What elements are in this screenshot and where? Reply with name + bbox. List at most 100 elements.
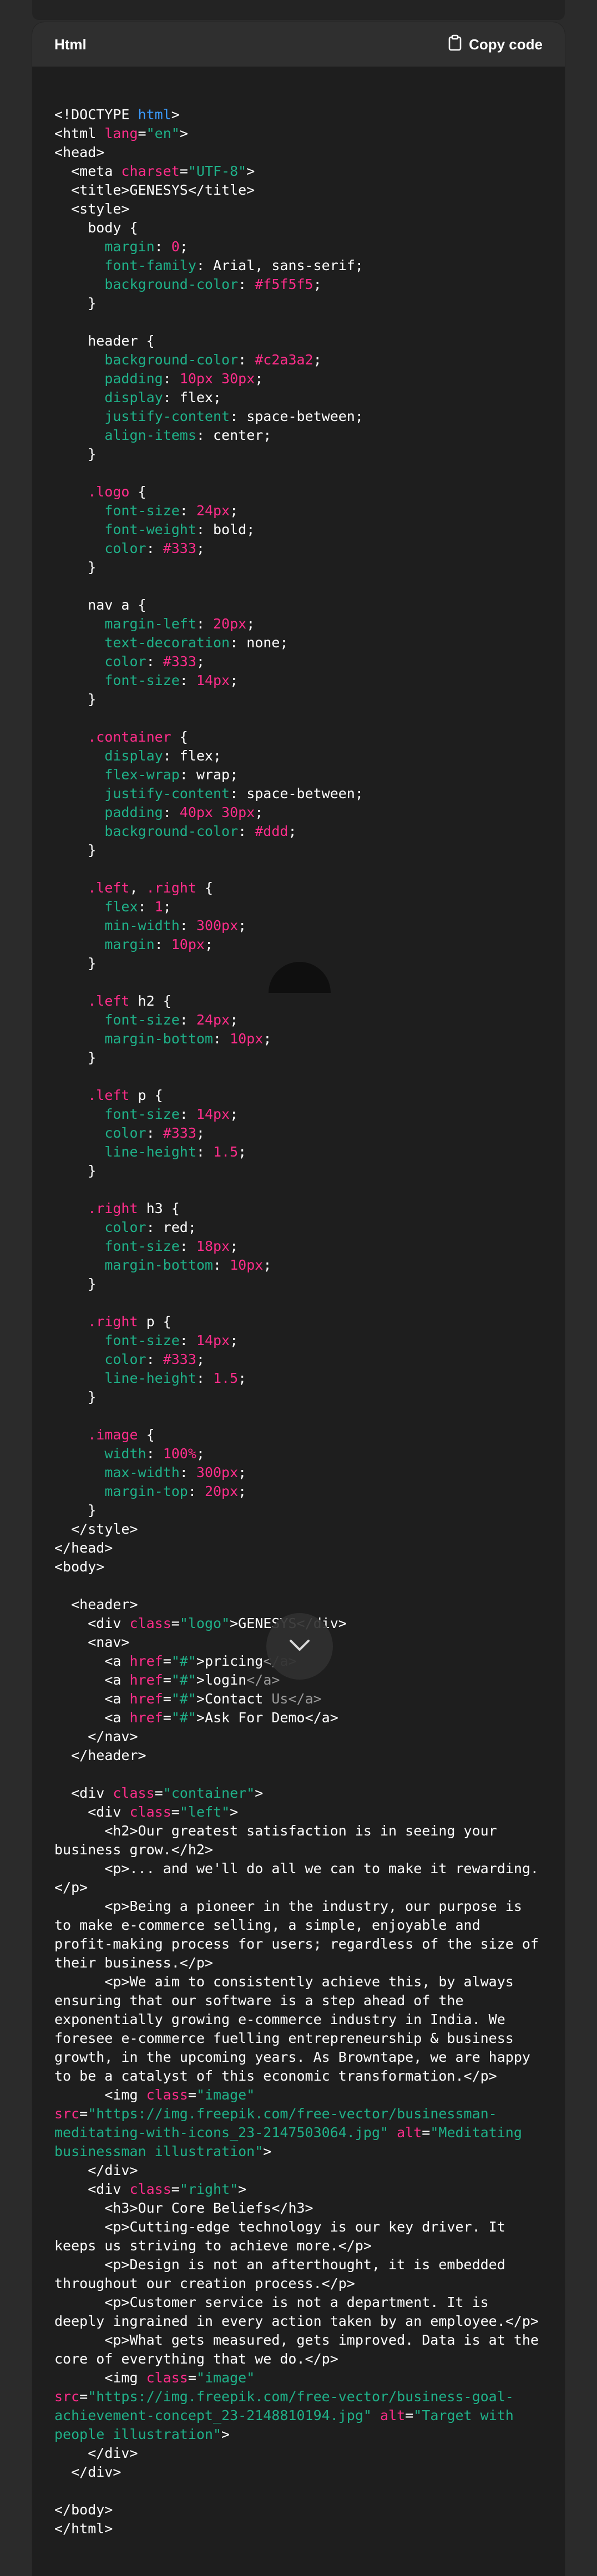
code-token: : [179,1332,196,1348]
code-line: width: 100%; [54,1444,543,1463]
code-token: > [171,107,180,123]
code-line: <header> [54,1595,543,1614]
code-token: line-height [54,1370,196,1386]
code-line: nav a { [54,596,543,615]
code-token: .image [54,1427,138,1443]
code-token: : [196,1370,213,1386]
code-line: } [54,690,543,709]
code-token: <a [54,1691,130,1707]
code-token: 1.5 [213,1144,239,1160]
code-line: <style> [54,200,543,219]
code-token: font-family [54,257,196,273]
code-token: = [405,2407,414,2423]
code-token: } [54,295,97,311]
code-token: .right [146,880,196,896]
code-line: } [54,841,543,860]
code-token: <p>Customer service is not a department.… [54,2294,539,2329]
code-token: 0 [171,239,180,255]
copy-code-button[interactable]: Copy code [448,34,543,55]
code-token: ; [255,804,264,820]
code-token: font-size [54,1106,180,1122]
code-token: 20px [213,616,247,632]
code-token: 10px 30px [179,371,255,387]
code-token: class [146,2087,188,2103]
code-token: ; [238,1483,247,1499]
code-token: ; [288,823,297,839]
code-line: </body> [54,2501,543,2519]
code-token: class [146,2370,188,2386]
code-line: flex: 1; [54,897,543,916]
code-token: #f5f5f5 [255,276,313,292]
code-line: .container { [54,728,543,747]
code-token: : [196,1144,213,1160]
code-token: html [138,107,171,123]
code-line: header { [54,332,543,351]
code-token: : flex; [163,389,222,405]
code-token: : [213,1031,230,1047]
code-token: 300px [196,917,239,934]
code-line: flex-wrap: wrap; [54,765,543,784]
code-token: ; [238,1370,247,1386]
code-token: ; [196,653,205,670]
code-token: = [163,1691,171,1707]
code-token: class [113,1785,155,1801]
code-token: } [54,842,97,858]
code-token: line-height [54,1144,196,1160]
clipboard-icon [448,34,462,55]
code-token: 1.5 [213,1370,239,1386]
code-token: : bold; [196,521,255,537]
code-token: ; [196,1351,205,1367]
code-token: "right" [179,2181,239,2197]
code-token: </body> [54,2502,113,2518]
code-token: </header> [54,1747,146,1763]
code-token: } [54,1502,97,1518]
code-token: { [171,729,188,745]
code-token: justify-content [54,408,230,424]
code-token: margin [54,239,155,255]
code-token: <div [54,1804,130,1820]
code-token: background-color [54,352,239,368]
code-line: <div class="right"> [54,2180,543,2199]
code-token: font-weight [54,521,196,537]
code-token: #333 [163,653,196,670]
code-token: : red; [146,1219,196,1235]
code-token: <header> [54,1596,138,1612]
code-token: ; [238,917,247,934]
code-line: <p>... and we'll do all we can to make i… [54,1859,543,1897]
code-token: ; [179,239,188,255]
code-token: : space-between; [230,785,363,802]
code-line: } [54,294,543,313]
code-line: .left, .right { [54,879,543,897]
code-token: : [146,1446,163,1462]
code-token: > [263,2143,272,2159]
code-token: "#" [171,1691,196,1707]
code-token: max-width [54,1464,180,1480]
code-token: : [146,1351,163,1367]
code-line: padding: 10px 30px; [54,369,543,388]
code-token: : [238,276,255,292]
code-line: </style> [54,1520,543,1539]
code-line: background-color: #f5f5f5; [54,275,543,294]
code-token: } [54,1389,97,1405]
code-token: : [213,1257,230,1273]
code-token: href [129,1691,163,1707]
code-line: .left p { [54,1086,543,1105]
code-token: href [129,1672,163,1688]
code-token: width [54,1446,146,1462]
scroll-down-button[interactable] [266,1613,333,1680]
code-token: = [171,1615,180,1631]
code-token: <h3>Our Core Beliefs</h3> [54,2200,313,2216]
code-token: </div> [54,2445,138,2461]
code-line: <img class="image" src="https://img.free… [54,2369,543,2444]
code-line: </div> [54,2463,543,2482]
code-token: ; [230,503,239,519]
code-token: = [163,1672,171,1688]
code-line: font-family: Arial, sans-serif; [54,256,543,275]
code-token: > [221,2426,230,2442]
code-token: = [422,2124,431,2141]
code-line: .right p { [54,1312,543,1331]
code-token: padding [54,371,163,387]
